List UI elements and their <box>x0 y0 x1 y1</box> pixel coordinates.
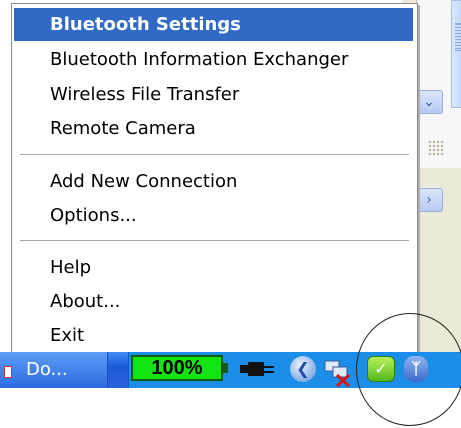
power-plug-icon[interactable] <box>240 360 274 378</box>
menu-item-options[interactable]: Options... <box>14 199 413 232</box>
menu-item-exit[interactable]: Exit <box>14 319 413 352</box>
menu-separator <box>20 240 409 242</box>
scroll-right-button[interactable]: › <box>415 188 443 212</box>
resize-grip[interactable] <box>428 140 444 156</box>
back-arrow-icon[interactable]: ❮ <box>290 356 316 382</box>
menu-item-remote-camera[interactable]: Remote Camera <box>14 112 413 145</box>
menu-item-about[interactable]: About... <box>14 285 413 318</box>
menu-item-bluetooth-settings[interactable]: Bluetooth Settings <box>14 8 413 41</box>
scrollbar-thumb[interactable] <box>451 0 461 108</box>
scrollbar-grip <box>455 23 461 51</box>
menu-item-bluetooth-information-exchanger[interactable]: Bluetooth Information Exchanger <box>14 43 413 76</box>
chevron-right-icon: › <box>426 192 432 208</box>
menu-item-add-new-connection[interactable]: Add New Connection <box>14 165 413 198</box>
taskbar-button[interactable]: Do... <box>0 352 108 388</box>
menu-separator <box>20 154 409 156</box>
battery-tip <box>223 363 228 373</box>
bluetooth-context-menu: Bluetooth Settings Bluetooth Information… <box>11 3 418 355</box>
menu-item-help[interactable]: Help <box>14 251 413 284</box>
menu-item-wireless-file-transfer[interactable]: Wireless File Transfer <box>14 78 413 111</box>
chevron-down-icon: ⌄ <box>423 94 435 110</box>
scroll-down-button[interactable]: ⌄ <box>415 90 443 114</box>
document-icon <box>4 366 12 378</box>
battery-indicator[interactable]: 100% <box>131 355 223 381</box>
taskbar-button-label: Do... <box>26 359 68 380</box>
annotation-circle <box>356 313 461 426</box>
network-disconnected-icon[interactable] <box>323 357 353 387</box>
